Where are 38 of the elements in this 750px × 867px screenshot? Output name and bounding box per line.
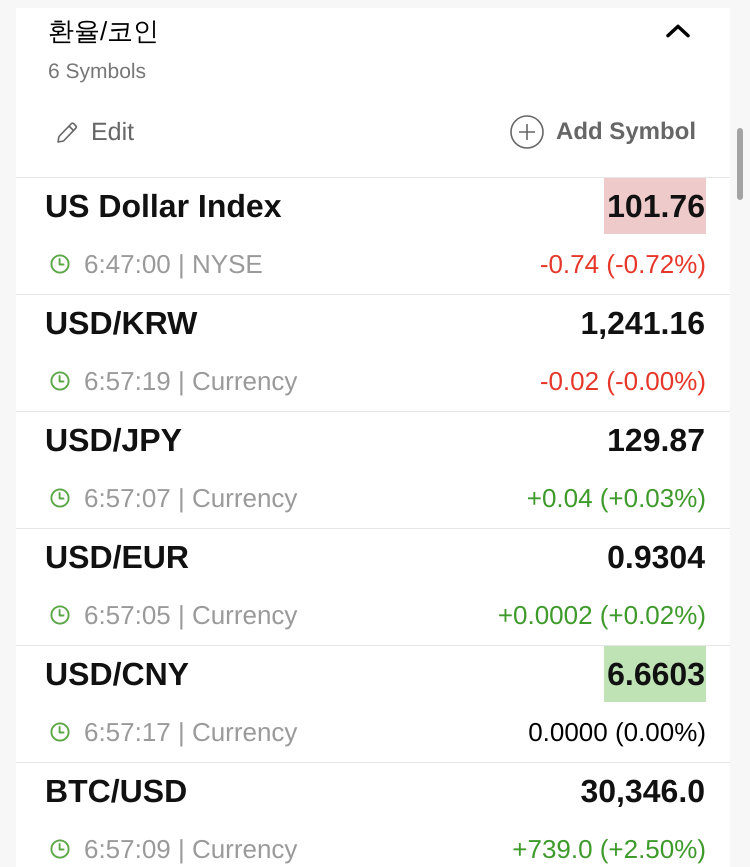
clock-icon [50,839,70,859]
symbol-count: 6 Symbols [48,59,146,85]
price-value: 129.87 [606,421,706,460]
add-symbol-button[interactable]: Add Symbol [510,115,696,149]
clock-icon [50,371,70,391]
price-value: 101.76 [604,178,706,234]
price-change: 0.0000 (0.00%) [528,718,706,746]
quote-time-exchange: 6:57:09 | Currency [84,835,298,863]
price-change: +739.0 (+2.50%) [512,835,706,863]
symbol-name[interactable]: USD/KRW [45,303,198,343]
chevron-up-icon[interactable] [666,24,690,38]
price-change: -0.74 (-0.72%) [540,250,706,278]
plus-circle-icon [510,115,544,149]
symbol-name[interactable]: USD/CNY [45,654,190,694]
price-value: 30,346.0 [579,772,706,811]
price-change: +0.0002 (+0.02%) [498,601,706,629]
clock-icon [50,488,70,508]
price-value: 1,241.16 [579,304,706,343]
clock-icon [50,722,70,742]
symbol-name[interactable]: USD/EUR [45,537,190,577]
price-value: 0.9304 [606,538,706,577]
quote-time-exchange: 6:57:17 | Currency [84,718,298,746]
price-change: -0.02 (-0.00%) [540,367,706,395]
section-title: 환율/코인 [48,16,160,46]
symbol-name[interactable]: USD/JPY [45,420,182,460]
scrollbar-thumb[interactable] [737,128,743,200]
edit-button[interactable]: Edit [56,118,134,146]
quote-time-exchange: 6:57:05 | Currency [84,601,298,629]
price-value: 6.6603 [604,646,706,702]
clock-icon [50,254,70,274]
pencil-icon [56,120,78,144]
quote-time-exchange: 6:57:19 | Currency [84,367,298,395]
quote-time-exchange: 6:47:00 | NYSE [84,250,263,278]
price-change: +0.04 (+0.03%) [526,484,706,512]
symbol-name[interactable]: US Dollar Index [45,186,282,226]
clock-icon [50,605,70,625]
quote-time-exchange: 6:57:07 | Currency [84,484,298,512]
symbol-name[interactable]: BTC/USD [45,771,188,811]
